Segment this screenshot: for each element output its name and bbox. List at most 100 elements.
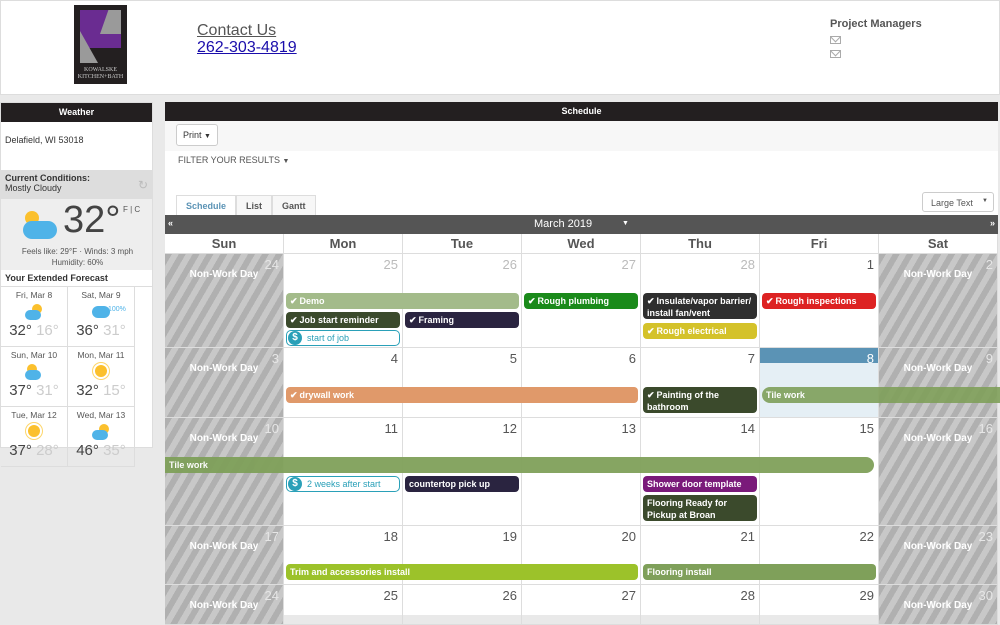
mail-icon[interactable] [830, 36, 841, 44]
calendar-day[interactable]: 9 Non-Work Day [879, 348, 998, 417]
dow-wed: Wed [522, 234, 641, 254]
forecast-high: 32° [9, 322, 32, 339]
month-dropdown-icon[interactable]: ▼ [622, 220, 629, 227]
schedule-panel: Schedule Print ▼ FILTER YOUR RESULTS ▼ S… [165, 102, 1000, 625]
text-size-select[interactable]: Large Text [922, 192, 994, 212]
day-number: 8 [866, 351, 874, 366]
check-icon: ✔ [647, 390, 655, 400]
calendar-day[interactable]: 4 [284, 348, 403, 417]
tab-schedule[interactable]: Schedule [176, 195, 237, 215]
event-countertop-pickup[interactable]: countertop pick up [405, 476, 519, 492]
sun-icon [68, 360, 134, 382]
calendar-day[interactable]: 8 [760, 348, 879, 417]
forecast-day: Tue, Mar 12 37° 28° [1, 407, 68, 467]
print-button[interactable]: Print ▼ [176, 124, 218, 146]
rain-icon: 100% [68, 300, 134, 322]
event-label: Tile work [169, 460, 208, 470]
contact-us-link[interactable]: Contact Us [197, 22, 297, 39]
day-number: 28 [740, 588, 755, 603]
event-label: Tile work [766, 390, 805, 400]
project-managers: Project Managers [830, 18, 922, 58]
forecast-low: 15° [103, 382, 126, 399]
tab-gantt[interactable]: Gantt [272, 195, 316, 215]
calendar-day[interactable]: 5 [403, 348, 522, 417]
payment-start-of-job[interactable]: $ start of job [286, 330, 400, 346]
current-weather: 32° F | C Feels like: 29°F · Winds: 3 mp… [1, 199, 152, 270]
calendar-day[interactable]: 24 Non-Work Day [165, 585, 284, 624]
month-nav: « March 2019 ▼ » [165, 215, 998, 234]
calendar-day[interactable]: 28 [641, 585, 760, 624]
event-flooring-install[interactable]: Flooring install [643, 564, 876, 580]
event-rough-plumbing[interactable]: ✔ Rough plumbing [524, 293, 638, 309]
event-rough-electrical[interactable]: ✔ Rough electrical [643, 323, 757, 339]
non-work-day-label: Non-Work Day [189, 433, 259, 444]
prev-month-button[interactable]: « [168, 218, 173, 228]
forecast-grid: Fri, Mar 8 32° 16° Sat, Mar 9 100% 36° 3… [1, 286, 152, 467]
weather-title: Weather [1, 103, 152, 122]
day-of-week-header: Sun Mon Tue Wed Thu Fri Sat [165, 234, 998, 254]
today-highlight [760, 348, 878, 363]
non-work-day-label: Non-Work Day [903, 363, 973, 374]
payment-label: 2 weeks after start [307, 479, 381, 489]
day-number: 25 [383, 588, 398, 603]
day-number: 1 [866, 257, 874, 272]
tab-list[interactable]: List [236, 195, 273, 215]
event-framing[interactable]: ✔ Framing [405, 312, 519, 328]
check-icon: ✔ [290, 296, 298, 306]
calendar-day[interactable]: 30 Non-Work Day [879, 585, 998, 624]
refresh-icon[interactable]: ↻ [138, 178, 148, 192]
event-drywall-work[interactable]: ✔ drywall work [286, 387, 638, 403]
unit-f[interactable]: F [123, 205, 128, 214]
company-logo[interactable]: KOWALSKE KITCHEN+BATH [74, 5, 127, 84]
calendar-day[interactable]: 2 Non-Work Day [879, 254, 998, 347]
check-icon: ✔ [290, 390, 298, 400]
day-number: 26 [502, 257, 517, 272]
event-tile-work[interactable]: Tile work [762, 387, 1000, 403]
event-job-start-reminder[interactable]: ✔ Job start reminder [286, 312, 400, 328]
feels-like: Feels like: 29°F · Winds: 3 mph Humidity… [1, 246, 154, 268]
next-month-button[interactable]: » [990, 218, 995, 228]
check-icon: ✔ [409, 315, 417, 325]
logo-text-line2: KITCHEN+BATH [77, 74, 124, 80]
dollar-icon: $ [288, 331, 302, 345]
event-demo[interactable]: ✔ Demo [286, 293, 519, 309]
calendar-day[interactable]: 6 [522, 348, 641, 417]
calendar-day[interactable]: 27 [522, 585, 641, 624]
forecast-date: Sun, Mar 10 [10, 350, 58, 360]
filter-results-toggle[interactable]: FILTER YOUR RESULTS ▼ [178, 155, 289, 165]
event-tile-work[interactable]: Tile work [165, 457, 874, 473]
event-shower-door-template[interactable]: Shower door template [643, 476, 757, 492]
event-label: Flooring Ready for Pickup at Broan [647, 498, 728, 520]
event-label: Flooring install [647, 567, 712, 577]
event-painting[interactable]: ✔ Painting of the bathroom [643, 387, 757, 413]
day-number: 6 [628, 351, 636, 366]
dow-thu: Thu [641, 234, 760, 254]
event-flooring-ready[interactable]: Flooring Ready for Pickup at Broan [643, 495, 757, 521]
unit-toggle[interactable]: F | C [123, 205, 140, 214]
calendar-day[interactable]: 3 Non-Work Day [165, 348, 284, 417]
unit-c[interactable]: C [134, 205, 140, 214]
calendar-day[interactable]: 23 Non-Work Day [879, 526, 998, 584]
mail-icon[interactable] [830, 50, 841, 58]
day-number: 27 [621, 257, 636, 272]
forecast-date: Mon, Mar 11 [77, 350, 125, 360]
event-label: Insulate/vapor barrier/ install fan/vent [647, 296, 752, 318]
conditions-label: Current Conditions: [5, 173, 90, 183]
calendar-day[interactable]: 26 [403, 585, 522, 624]
payment-two-weeks[interactable]: $2 weeks after start [286, 476, 400, 492]
calendar-day[interactable]: 16 Non-Work Day [879, 418, 998, 525]
calendar-day[interactable]: 25 [284, 585, 403, 624]
calendar-day[interactable]: 29 [760, 585, 879, 624]
day-number: 7 [747, 351, 755, 366]
calendar-day[interactable]: 17 Non-Work Day [165, 526, 284, 584]
phone-link[interactable]: 262-303-4819 [197, 39, 297, 56]
calendar-day[interactable]: 24 Non-Work Day [165, 254, 284, 347]
forecast-day: Sat, Mar 9 100% 36° 31° [68, 287, 135, 347]
event-trim-install[interactable]: Trim and accessories install [286, 564, 638, 580]
event-insulate[interactable]: ✔ Insulate/vapor barrier/ install fan/ven… [643, 293, 757, 319]
calendar-grid: 24 Non-Work Day 25 26 27 28 1 2 Non-Work Day ✔ Dem… [165, 254, 1000, 625]
month-title[interactable]: March 2019 [534, 218, 592, 230]
partly-cloudy-icon [1, 300, 67, 322]
calendar-week: 3 Non-Work Day 4 5 6 7 8 9 Non-Work Day ✔ drywall … [165, 348, 1000, 418]
event-rough-inspections[interactable]: ✔ Rough inspections [762, 293, 876, 309]
